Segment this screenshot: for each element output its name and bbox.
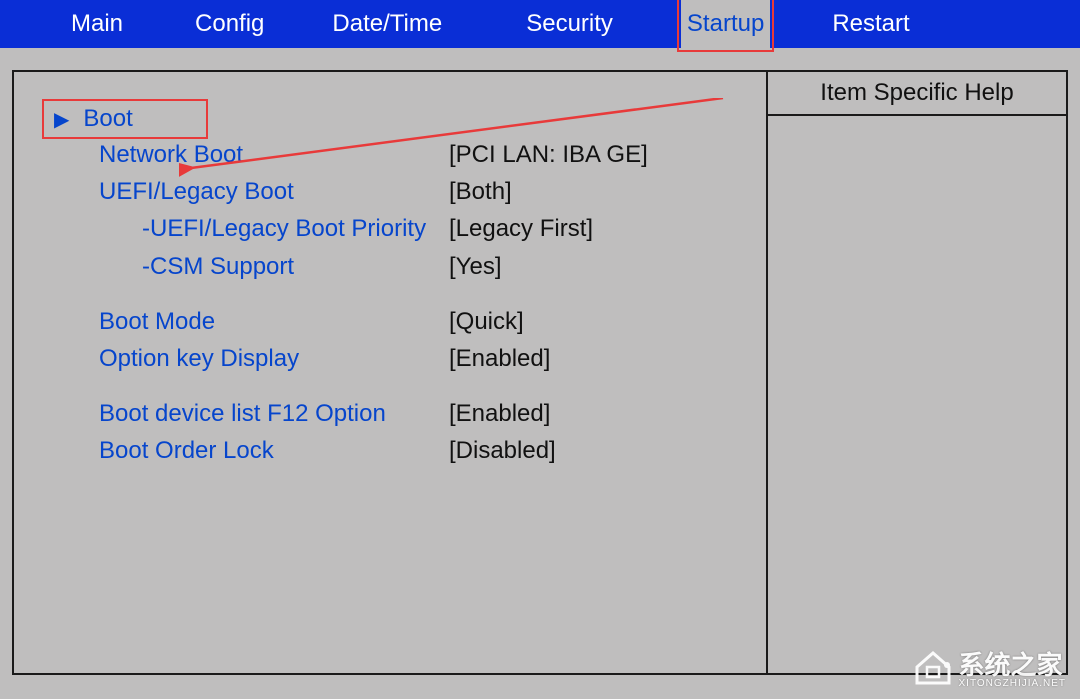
tab-startup[interactable]: Startup	[681, 0, 770, 48]
boot-label: Boot	[83, 105, 132, 133]
watermark-sub: XITONGZHIJIA.NET	[959, 678, 1067, 689]
value-csm[interactable]: [Yes]	[449, 248, 502, 285]
tab-security[interactable]: Security	[520, 0, 619, 48]
tab-datetime[interactable]: Date/Time	[326, 0, 448, 48]
help-pane: Item Specific Help	[766, 72, 1066, 673]
value-option-key[interactable]: [Enabled]	[449, 340, 550, 377]
triangle-right-icon: ▶	[54, 107, 69, 132]
setting-uefi-legacy[interactable]: UEFI/Legacy Boot	[54, 173, 449, 210]
setting-uefi-priority[interactable]: -UEFI/Legacy Boot Priority	[54, 210, 449, 247]
tab-main[interactable]: Main	[65, 0, 129, 48]
setting-network-boot[interactable]: Network Boot	[54, 136, 449, 173]
setting-csm[interactable]: -CSM Support	[54, 248, 449, 285]
settings-pane: ▶ Boot Network Boot [PCI LAN: IBA GE] UE…	[14, 72, 766, 673]
content-frame: ▶ Boot Network Boot [PCI LAN: IBA GE] UE…	[12, 70, 1068, 675]
bios-menubar: Main Config Date/Time Security Startup R…	[0, 0, 1080, 48]
setting-boot-order-lock[interactable]: Boot Order Lock	[54, 432, 449, 469]
setting-option-key[interactable]: Option key Display	[54, 340, 449, 377]
value-f12-option[interactable]: [Enabled]	[449, 395, 550, 432]
value-network-boot[interactable]: [PCI LAN: IBA GE]	[449, 136, 648, 173]
house-icon	[913, 649, 953, 685]
setting-f12-option[interactable]: Boot device list F12 Option	[54, 395, 449, 432]
watermark: 系统之家 XITONGZHIJIA.NET	[913, 645, 1067, 689]
value-boot-mode[interactable]: [Quick]	[449, 303, 524, 340]
value-uefi-legacy[interactable]: [Both]	[449, 173, 512, 210]
value-boot-order-lock[interactable]: [Disabled]	[449, 432, 556, 469]
menu-boot[interactable]: ▶ Boot	[54, 102, 204, 136]
tab-restart[interactable]: Restart	[826, 0, 915, 48]
help-title: Item Specific Help	[768, 72, 1066, 116]
value-uefi-priority[interactable]: [Legacy First]	[449, 210, 593, 247]
tab-config[interactable]: Config	[189, 0, 270, 48]
watermark-text: 系统之家	[959, 650, 1063, 680]
setting-boot-mode[interactable]: Boot Mode	[54, 303, 449, 340]
